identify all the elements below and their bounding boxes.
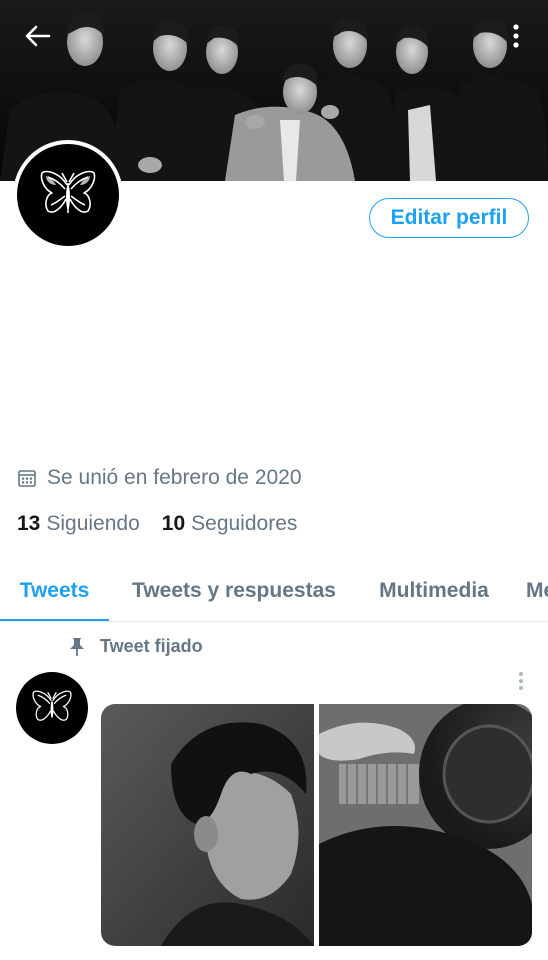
more-options-button[interactable] — [504, 18, 528, 54]
followers-count: 10 — [161, 512, 186, 535]
photo-portrait — [319, 704, 532, 946]
tweet-avatar[interactable] — [16, 672, 88, 744]
pinned-label-text: Tweet fijado — [100, 636, 203, 656]
back-button[interactable] — [18, 18, 58, 54]
followers-label: Seguidores — [191, 512, 298, 535]
profile-tabs: Tweets Tweets y respuestas Multimedia Me — [0, 560, 548, 622]
tweet-media — [101, 704, 532, 946]
join-date-text: Se unió en febrero de 2020 — [47, 466, 302, 489]
follow-stats: 13 Siguiendo 10 Seguidores — [17, 512, 319, 536]
media-image-2[interactable] — [319, 704, 532, 946]
profile-avatar[interactable] — [13, 140, 123, 250]
calendar-icon — [18, 470, 36, 487]
arrow-left-icon — [25, 25, 51, 47]
media-image-1[interactable] — [101, 704, 314, 946]
butterfly-icon — [32, 690, 72, 721]
tab-tweets[interactable]: Tweets — [0, 560, 109, 621]
following-count: 13 — [17, 512, 41, 535]
butterfly-icon — [40, 170, 96, 213]
avatar-image — [17, 144, 119, 246]
photo-portrait — [101, 704, 314, 946]
active-tab-indicator — [0, 619, 109, 621]
tab-media[interactable]: Multimedia — [359, 560, 509, 621]
more-vertical-icon — [519, 672, 523, 690]
tab-tweets-replies[interactable]: Tweets y respuestas — [109, 560, 359, 621]
following-label: Siguiendo — [46, 512, 140, 535]
tweet-more-button[interactable] — [512, 668, 530, 694]
followers-link[interactable]: 10 Seguidores — [162, 512, 298, 536]
pin-icon — [70, 637, 84, 656]
more-vertical-icon — [513, 24, 519, 48]
edit-profile-button[interactable]: Editar perfil — [369, 198, 529, 238]
join-date: Se unió en febrero de 2020 — [17, 466, 302, 490]
tab-likes[interactable]: Me — [509, 560, 548, 621]
following-link[interactable]: 13 Siguiendo — [17, 512, 140, 536]
pinned-tweet-label: Tweet fijado — [68, 636, 203, 657]
